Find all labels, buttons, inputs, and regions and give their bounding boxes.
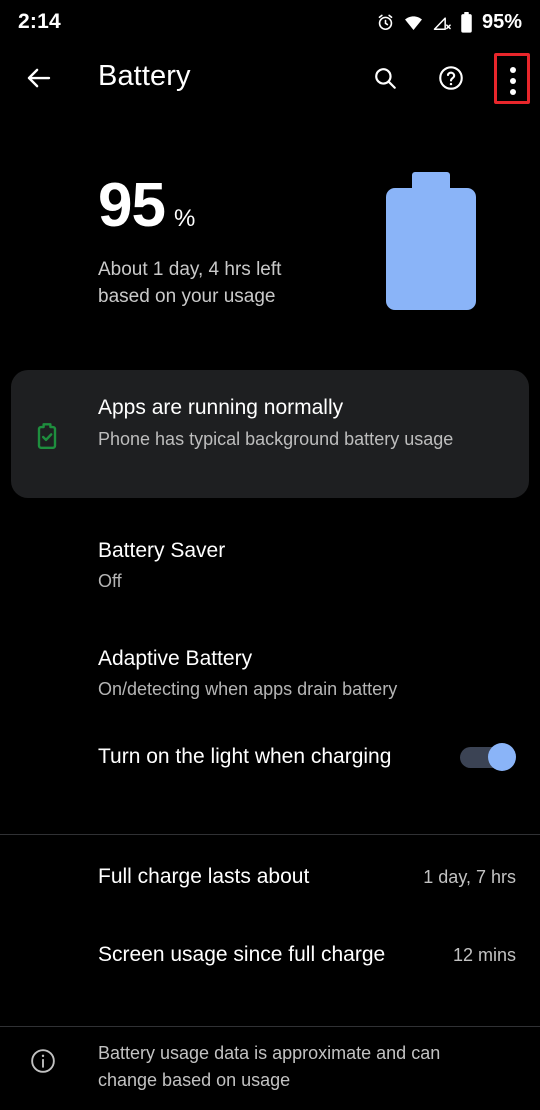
page-title: Battery bbox=[98, 60, 191, 92]
row-adaptive-battery-title: Adaptive Battery bbox=[98, 647, 253, 670]
battery-percent-display: 95 % bbox=[98, 175, 195, 237]
battery-settings-screen: 2:14 95% Battery 95 % About 1 day, 4 hrs… bbox=[0, 0, 540, 1110]
status-bar-battery-percent: 95% bbox=[481, 10, 522, 33]
status-bar: 2:14 95% bbox=[0, 0, 540, 44]
status-bar-icons: 95% bbox=[376, 11, 522, 34]
cellular-no-sim-icon bbox=[432, 13, 452, 32]
search-icon bbox=[372, 65, 398, 96]
back-arrow-icon bbox=[24, 63, 54, 98]
battery-graphic-body bbox=[386, 188, 476, 310]
divider-bottom bbox=[0, 1026, 540, 1027]
search-button[interactable] bbox=[367, 62, 403, 98]
battery-summary: 95 % About 1 day, 4 hrs left based on yo… bbox=[0, 160, 540, 340]
row-battery-saver-subtitle: Off bbox=[98, 571, 122, 591]
row-full-charge-lasts-title: Full charge lasts about bbox=[98, 865, 310, 888]
battery-estimate: About 1 day, 4 hrs left based on your us… bbox=[98, 256, 368, 310]
footer-note-text: Battery usage data is approximate and ca… bbox=[98, 1043, 441, 1090]
row-screen-usage-title: Screen usage since full charge bbox=[98, 943, 386, 966]
battery-status-card[interactable]: Apps are running normally Phone has typi… bbox=[11, 370, 529, 498]
battery-estimate-line1: About 1 day, 4 hrs left bbox=[98, 259, 282, 280]
row-charging-light[interactable]: Turn on the light when charging bbox=[0, 742, 540, 772]
footer-note: Battery usage data is approximate and ca… bbox=[0, 1040, 540, 1094]
battery-percent-sign: % bbox=[173, 205, 196, 232]
battery-check-icon bbox=[27, 416, 67, 456]
battery-level-graphic bbox=[386, 172, 476, 322]
row-battery-saver-title: Battery Saver bbox=[98, 539, 226, 562]
row-full-charge-lasts[interactable]: Full charge lasts about 1 day, 7 hrs bbox=[0, 862, 540, 892]
status-bar-clock: 2:14 bbox=[18, 10, 61, 33]
row-full-charge-lasts-value: 1 day, 7 hrs bbox=[423, 866, 516, 887]
charging-light-toggle[interactable] bbox=[460, 743, 516, 771]
battery-status-card-subtitle: Phone has typical background battery usa… bbox=[98, 429, 454, 449]
battery-status-card-title: Apps are running normally bbox=[98, 396, 344, 419]
overflow-menu-icon bbox=[509, 67, 516, 95]
overflow-menu-button[interactable] bbox=[495, 56, 530, 106]
row-adaptive-battery-subtitle: On/detecting when apps drain battery bbox=[98, 679, 398, 699]
app-bar: Battery bbox=[0, 48, 540, 112]
row-battery-saver[interactable]: Battery Saver Off bbox=[0, 536, 540, 594]
row-screen-usage-value: 12 mins bbox=[452, 944, 516, 965]
row-screen-usage[interactable]: Screen usage since full charge 12 mins bbox=[0, 940, 540, 970]
battery-icon bbox=[460, 11, 473, 33]
alarm-icon bbox=[376, 13, 395, 32]
toggle-thumb bbox=[488, 743, 516, 771]
row-adaptive-battery[interactable]: Adaptive Battery On/detecting when apps … bbox=[0, 644, 540, 702]
back-button[interactable] bbox=[20, 61, 58, 99]
wifi-icon bbox=[403, 13, 424, 32]
help-button[interactable] bbox=[433, 62, 469, 98]
info-icon bbox=[24, 1042, 62, 1080]
divider-top bbox=[0, 834, 540, 835]
row-charging-light-title: Turn on the light when charging bbox=[98, 745, 392, 768]
battery-estimate-line2: based on your usage bbox=[98, 286, 276, 307]
battery-percent-number: 95 bbox=[98, 171, 166, 240]
battery-status-card-text: Apps are running normally Phone has typi… bbox=[98, 394, 498, 452]
help-icon bbox=[437, 64, 465, 97]
